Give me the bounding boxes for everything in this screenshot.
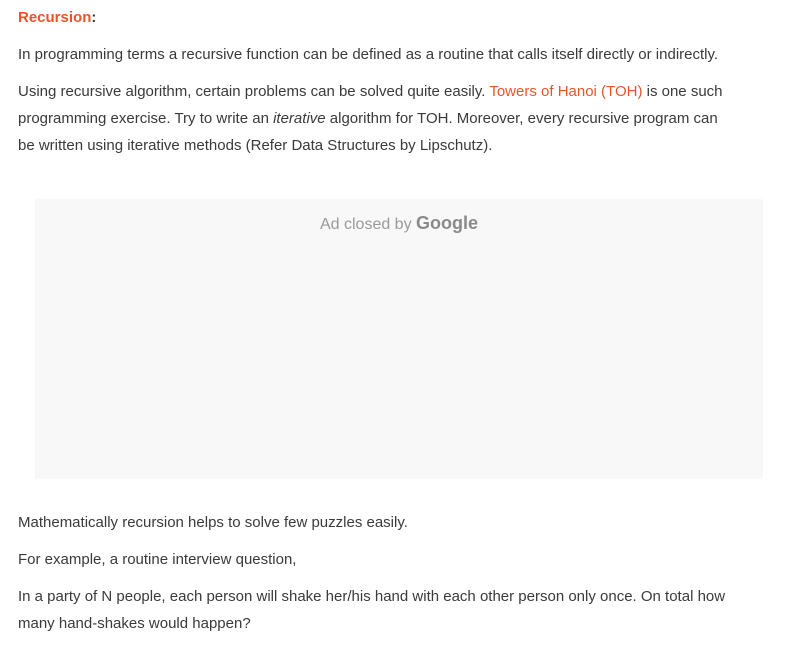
ad-closed-label: Ad closed by Google (35, 213, 763, 234)
text-fragment: programming exercise. Try to write an (18, 110, 274, 127)
paragraph-definition: In programming terms a recursive functio… (18, 41, 718, 68)
paragraph-toh-line-2: programming exercise. Try to write an it… (18, 105, 723, 132)
paragraph-example-text: For example, a routine interview questio… (18, 551, 297, 568)
section-heading: Recursion: (18, 8, 96, 28)
text-fragment: algorithm for TOH. Moreover, every recur… (325, 110, 718, 127)
paragraph-toh-line-3: be written using iterative methods (Refe… (18, 137, 493, 154)
towers-of-hanoi-link[interactable]: Towers of Hanoi (TOH) (489, 83, 642, 100)
paragraph-toh-line-1: Using recursive algorithm, certain probl… (18, 78, 723, 105)
paragraph-puzzle-line-1: In a party of N people, each person will… (18, 588, 726, 605)
section-title: Recursion (18, 9, 92, 26)
emphasis-iterative: iterative (273, 110, 326, 127)
paragraph-puzzle-line-2: many hand-shakes would happen? (18, 615, 251, 632)
paragraph-puzzle: In a party of N people, each person will… (18, 583, 725, 637)
text-fragment: is one such (642, 83, 723, 100)
paragraph-mathematics: Mathematically recursion helps to solve … (18, 509, 408, 536)
text-fragment: Using recursive algorithm, certain probl… (18, 83, 490, 100)
paragraph-example: For example, a routine interview questio… (18, 546, 296, 573)
ad-placeholder: Ad closed by Google (35, 199, 763, 479)
ad-closed-text: Ad closed by (319, 216, 417, 233)
paragraph-definition-text: In programming terms a recursive functio… (18, 46, 719, 63)
paragraph-toh: Using recursive algorithm, certain probl… (18, 78, 723, 159)
paragraph-mathematics-text: Mathematically recursion helps to solve … (18, 514, 408, 531)
google-logo: Google (416, 213, 479, 233)
section-title-suffix: : (91, 9, 97, 26)
